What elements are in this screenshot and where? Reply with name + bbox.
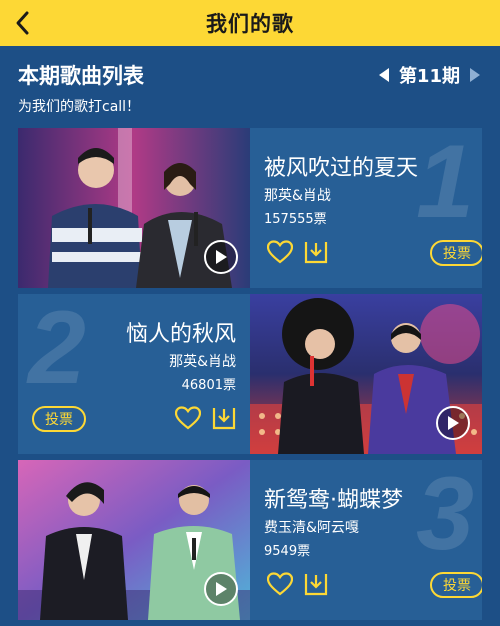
rank-number: 3 [416, 460, 474, 572]
song-singer: 费玉清&阿云嘎 [264, 520, 359, 536]
prev-period-button[interactable] [377, 65, 391, 85]
list-subtitle: 为我们的歌打call！ [18, 99, 141, 115]
rank-number: 2 [28, 294, 86, 406]
list-header: 本期歌曲列表 第11期 [18, 60, 482, 90]
vote-button[interactable]: 投票 [430, 572, 482, 598]
song-video-thumbnail[interactable] [18, 460, 250, 620]
download-button[interactable] [302, 570, 330, 598]
period-switcher: 第11期 [377, 62, 482, 88]
download-icon [212, 408, 236, 430]
song-singer: 那英&肖战 [264, 188, 331, 204]
heart-icon [175, 406, 201, 430]
play-button[interactable] [204, 572, 238, 606]
page-title: 我们的歌 [206, 12, 294, 36]
song-card-1: 1 被风吹过的夏天 那英&肖战 157555票 投票 [18, 128, 482, 288]
song-card-3: 3 新鸳鸯·蝴蝶梦 费玉清&阿云嘎 9549票 投票 [18, 460, 482, 620]
song-video-thumbnail[interactable] [18, 128, 250, 288]
song-card-2: 2 恼人的秋风 那英&肖战 46801票 投票 [18, 294, 482, 454]
song-title: 新鸳鸯·蝴蝶梦 [264, 488, 403, 513]
like-button[interactable] [174, 404, 202, 432]
back-chevron-icon [16, 11, 29, 35]
play-button[interactable] [204, 240, 238, 274]
song-title: 被风吹过的夏天 [264, 156, 419, 181]
song-title: 恼人的秋风 [125, 322, 236, 347]
back-button[interactable] [8, 8, 38, 38]
vote-count: 157555票 [264, 212, 327, 227]
top-bar: 我们的歌 [0, 0, 500, 46]
next-period-button[interactable] [468, 65, 482, 85]
heart-icon [267, 240, 293, 264]
song-info: 1 被风吹过的夏天 那英&肖战 157555票 投票 [250, 128, 482, 288]
song-video-thumbnail[interactable] [250, 294, 482, 454]
song-singer: 那英&肖战 [169, 354, 236, 370]
song-info: 2 恼人的秋风 那英&肖战 46801票 投票 [18, 294, 250, 454]
download-button[interactable] [302, 238, 330, 266]
rank-number: 1 [416, 128, 474, 240]
play-icon [216, 250, 227, 264]
download-button[interactable] [210, 404, 238, 432]
play-button[interactable] [436, 406, 470, 440]
vote-button[interactable]: 投票 [32, 406, 86, 432]
like-button[interactable] [266, 238, 294, 266]
download-icon [304, 242, 328, 264]
vote-count: 46801票 [181, 378, 236, 393]
next-triangle-icon [470, 68, 480, 82]
prev-triangle-icon [378, 68, 389, 82]
download-icon [304, 574, 328, 596]
play-icon [448, 416, 459, 430]
play-icon [216, 582, 227, 596]
like-button[interactable] [266, 570, 294, 598]
period-label: 第11期 [398, 66, 460, 87]
vote-count: 9549票 [264, 544, 311, 559]
list-title: 本期歌曲列表 [18, 64, 144, 88]
heart-icon [267, 572, 293, 596]
song-info: 3 新鸳鸯·蝴蝶梦 费玉清&阿云嘎 9549票 投票 [250, 460, 482, 620]
vote-button[interactable]: 投票 [430, 240, 482, 266]
